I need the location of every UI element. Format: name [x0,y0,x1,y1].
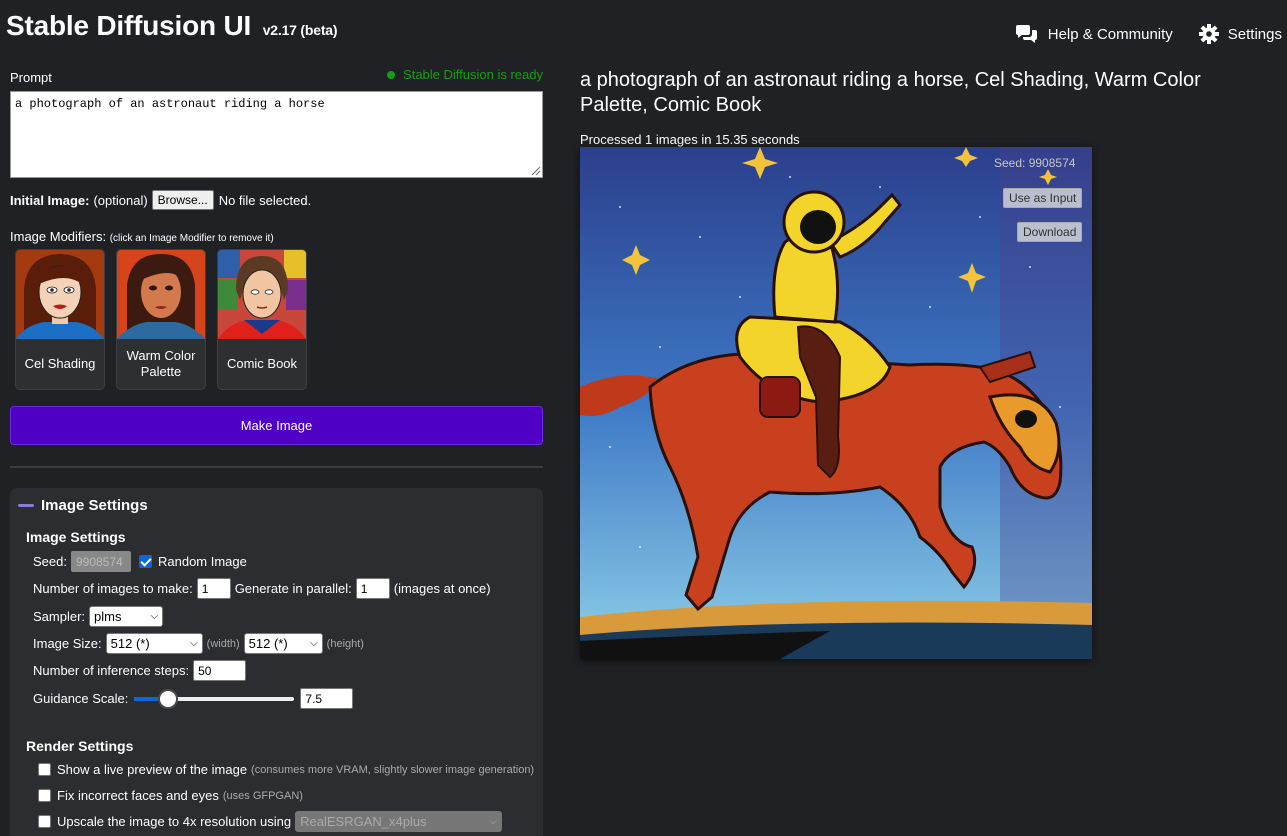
generated-image [580,147,1092,659]
sampler-select[interactable]: plms ⌵ [89,606,164,627]
image-settings-toggle[interactable]: Image Settings [18,497,148,514]
initial-image-row: Initial Image: (optional) Browse... No f… [10,190,311,210]
width-value: 512 (*) [110,636,150,651]
modifier-card-cel-shading[interactable]: Cel Shading [15,249,105,390]
cel-shading-thumbnail [16,250,104,339]
modifier-card-warm-color-palette[interactable]: Warm Color Palette [116,249,206,390]
width-select[interactable]: 512 (*) ⌵ [105,633,203,654]
image-settings-panel-title: Image Settings [41,497,148,514]
processed-info: Processed 1 images in 15.35 seconds [580,132,800,147]
live-preview-label: Show a live preview of the image [57,762,248,777]
image-modifiers-title: Image Modifiers: [10,229,107,244]
fix-faces-checkbox[interactable] [38,789,51,802]
status-dot-icon [387,70,396,79]
live-preview-row: Show a live preview of the image (consum… [38,762,534,777]
image-settings-panel: Image Settings Image Settings Seed: Rand… [10,488,543,836]
settings-link[interactable]: Settings [1198,24,1282,44]
chat-bubbles-icon [1014,24,1039,44]
parallel-hint: (images at once) [393,581,491,596]
guidance-scale-slider[interactable] [134,688,295,709]
file-status: No file selected. [218,192,312,208]
chevron-down-icon: ⌵ [310,638,318,649]
chevron-down-icon: ⌵ [489,816,498,827]
result-prompt-title: a photograph of an astronaut riding a ho… [580,69,1201,116]
image-modifiers-hint: (click an Image Modifier to remove it) [109,233,274,244]
help-community-link[interactable]: Help & Community [1014,24,1173,44]
top-links: Help & Community Settings [1014,24,1282,44]
image-modifiers-label: Image Modifiers: (click an Image Modifie… [10,229,274,244]
fix-faces-label: Fix incorrect faces and eyes [57,788,219,803]
height-select[interactable]: 512 (*) ⌵ [243,633,323,654]
sampler-row: Sampler: plms ⌵ [33,606,164,627]
live-preview-checkbox[interactable] [38,763,51,776]
chevron-down-icon: ⌵ [150,611,159,622]
use-as-input-button[interactable]: Use as Input [1003,188,1083,208]
modifier-label-comic-book: Comic Book [226,356,298,371]
gear-icon [1198,24,1219,44]
prompt-input[interactable] [10,91,543,178]
inference-steps-input[interactable] [193,660,247,681]
height-hint: (height) [326,637,364,650]
slider-thumb[interactable] [158,688,179,709]
width-hint: (width) [206,637,240,650]
modifier-label-cel-shading: Cel Shading [24,356,96,371]
initial-image-optional: (optional) [93,192,148,208]
parallel-input[interactable] [355,578,390,599]
collapse-icon [18,504,34,507]
image-size-row: Image Size: 512 (*) ⌵ (width) 512 (*) ⌵ … [33,633,364,654]
inference-steps-row: Number of inference steps: [33,660,247,681]
num-images-label: Number of images to make: [33,581,193,596]
modifier-label-warm-color-palette: Warm Color Palette [126,348,196,379]
comic-book-thumbnail [218,250,306,339]
chevron-down-icon: ⌵ [190,638,198,649]
make-image-button[interactable]: Make Image [10,406,543,445]
help-community-label: Help & Community [1047,25,1173,43]
upscale-row: Upscale the image to 4x resolution using… [38,811,503,832]
modifier-card-comic-book[interactable]: Comic Book [217,249,307,390]
settings-label: Settings [1227,25,1282,43]
initial-image-label: Initial Image: [10,192,90,208]
num-images-row: Number of images to make: Generate in pa… [33,578,491,599]
status-text: Stable Diffusion is ready [403,67,543,82]
status-indicator: Stable Diffusion is ready [387,67,543,82]
sampler-value: plms [94,609,122,624]
upscale-model-value: RealESRGAN_x4plus [300,814,427,829]
random-image-label: Random Image [157,554,247,569]
render-settings-heading: Render Settings [26,738,134,754]
resize-grip-icon[interactable] [529,164,541,176]
header: Stable Diffusion UI v2.17 (beta) Help & … [0,0,1287,60]
guidance-scale-row: Guidance Scale: [33,688,354,709]
inference-steps-label: Number of inference steps: [33,663,190,678]
upscale-model-select[interactable]: RealESRGAN_x4plus ⌵ [295,811,503,832]
image-modifiers-list: Cel Shading Warm Color Palette Comic Boo… [15,249,307,390]
download-button[interactable]: Download [1017,222,1083,242]
guidance-scale-label: Guidance Scale: [33,691,129,706]
image-size-label: Image Size: [33,636,102,651]
num-images-input[interactable] [196,578,231,599]
fix-faces-row: Fix incorrect faces and eyes (uses GFPGA… [38,788,303,803]
height-value: 512 (*) [248,636,288,651]
section-divider [10,466,543,468]
seed-label: Seed: [33,554,67,569]
parallel-label: Generate in parallel: [234,581,352,596]
upscale-checkbox[interactable] [38,815,51,828]
guidance-scale-input[interactable] [300,688,354,709]
random-image-checkbox[interactable] [138,555,152,568]
fix-faces-hint: (uses GFPGAN) [222,789,303,802]
app-title: Stable Diffusion UI v2.17 (beta) [6,10,338,42]
prompt-label: Prompt [10,70,52,85]
app-name: Stable Diffusion UI [6,10,252,41]
image-settings-heading: Image Settings [26,529,126,545]
seed-input[interactable] [70,551,131,572]
seed-row: Seed: Random Image [33,551,247,572]
live-preview-hint: (consumes more VRAM, slightly slower ima… [251,763,535,776]
upscale-label: Upscale the image to 4x resolution using [57,814,292,829]
result-seed-label: Seed: 9908574 [994,156,1076,170]
browse-button[interactable]: Browse... [151,190,214,210]
warm-color-palette-thumbnail [117,250,205,339]
sampler-label: Sampler: [33,609,86,624]
app-version: v2.17 (beta) [262,22,338,38]
